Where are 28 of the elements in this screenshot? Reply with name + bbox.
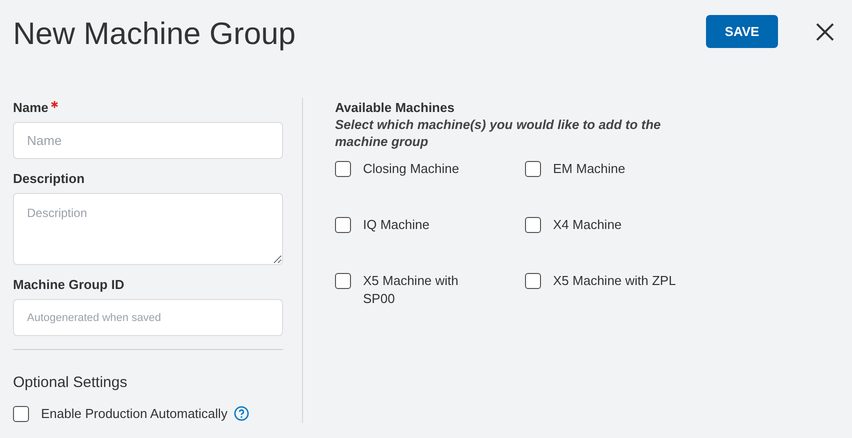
- field-label: Machine Group ID: [13, 277, 124, 293]
- field-label: Description: [13, 171, 85, 187]
- checkbox-label: X4 Machine: [553, 216, 623, 234]
- help-icon[interactable]: [234, 406, 250, 422]
- checkbox[interactable]: [335, 217, 351, 233]
- description-field[interactable]: Description: [13, 193, 283, 265]
- checkbox[interactable]: [525, 217, 541, 233]
- section-heading: Available Machines: [335, 100, 456, 116]
- checkbox-label: IQ Machine: [363, 216, 430, 234]
- checkbox[interactable]: [13, 406, 29, 422]
- checkbox-label: X5 Machine with ZPL: [553, 272, 677, 290]
- checkbox-label: X5 Machine with SP00: [363, 272, 460, 308]
- text-field[interactable]: Autogenerated when saved: [13, 299, 283, 336]
- checkbox-label: Closing Machine: [363, 160, 460, 178]
- checkbox[interactable]: [335, 273, 351, 289]
- checkbox[interactable]: [525, 161, 541, 177]
- close-icon[interactable]: [816, 22, 834, 40]
- section-hint: Select which machine(s) you would like to add to the machine group: [335, 116, 662, 150]
- page-title: New Machine Group: [13, 15, 296, 53]
- field-label: Name: [13, 100, 48, 116]
- required-asterisk-icon: [51, 101, 58, 108]
- checkbox-label: Enable Production Automatically: [41, 405, 228, 423]
- checkbox[interactable]: [525, 273, 541, 289]
- save-button[interactable]: SAVE: [706, 15, 778, 48]
- section-heading: Optional Settings: [13, 374, 128, 392]
- checkbox-label: EM Machine: [553, 160, 626, 178]
- checkbox[interactable]: [335, 161, 351, 177]
- text-field[interactable]: Name: [13, 122, 283, 159]
